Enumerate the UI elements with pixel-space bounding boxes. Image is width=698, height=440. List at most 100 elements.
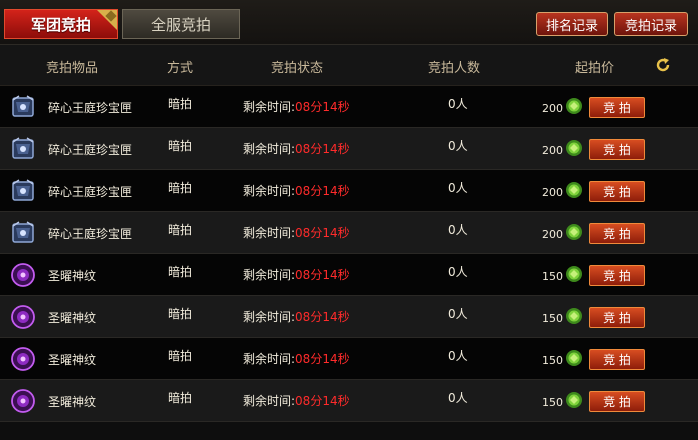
table-row: 圣曜神纹 暗拍 剩余时间:08分14秒 0人 150 竞 拍 [0,338,698,380]
starting-price: 200 [542,144,563,157]
auction-status: 剩余时间:08分14秒 [243,392,350,409]
starting-price: 150 [542,396,563,409]
starting-price: 150 [542,312,563,325]
starting-price: 200 [542,186,563,199]
treasure-box-icon[interactable] [10,136,36,162]
remaining-time-label: 剩余时间: [243,352,296,366]
bidder-count: 0人 [448,391,468,405]
auction-method: 暗拍 [168,223,193,237]
item-name: 圣曜神纹 [48,269,97,283]
table-row: 圣曜神纹 暗拍 剩余时间:08分14秒 0人 150 竞 拍 [0,296,698,338]
corner-badge-icon [97,10,117,30]
remaining-time-value: 08分14秒 [295,184,350,198]
treasure-box-icon[interactable] [10,178,36,204]
currency-coin-icon [566,350,582,366]
auction-status: 剩余时间:08分14秒 [243,224,350,241]
bidder-count: 0人 [448,307,468,321]
item-name: 碎心王庭珍宝匣 [48,227,133,241]
bidder-count: 0人 [448,181,468,195]
item-name: 圣曜神纹 [48,353,97,367]
item-name: 圣曜神纹 [48,311,97,325]
remaining-time-label: 剩余时间: [243,310,296,324]
col-header-item: 竞拍物品 [46,61,99,76]
bid-button[interactable]: 竞 拍 [589,223,645,244]
remaining-time-label: 剩余时间: [243,142,296,156]
col-header-count: 竞拍人数 [428,61,481,76]
bidder-count: 0人 [448,97,468,111]
auction-method: 暗拍 [168,307,193,321]
rune-orb-icon[interactable] [10,262,36,288]
tab-server-auction[interactable]: 全服竞拍 [122,9,240,39]
tab-server-auction-label: 全服竞拍 [150,15,211,34]
remaining-time-value: 08分14秒 [295,100,350,114]
col-header-method: 方式 [167,61,194,76]
remaining-time-value: 08分14秒 [295,352,350,366]
currency-coin-icon [566,266,582,282]
treasure-box-icon[interactable] [10,94,36,120]
rank-record-button[interactable]: 排名记录 [536,12,608,36]
currency-coin-icon [566,98,582,114]
rune-orb-icon[interactable] [10,388,36,414]
tab-bar: 军团竞拍 全服竞拍 排名记录 竞拍记录 [0,0,698,45]
bid-button[interactable]: 竞 拍 [589,97,645,118]
currency-coin-icon [566,140,582,156]
treasure-box-icon[interactable] [10,220,36,246]
rune-orb-icon[interactable] [10,304,36,330]
tab-legion-auction[interactable]: 军团竞拍 [4,9,118,39]
auction-status: 剩余时间:08分14秒 [243,308,350,325]
remaining-time-label: 剩余时间: [243,268,296,282]
remaining-time-value: 08分14秒 [295,310,350,324]
starting-price: 200 [542,102,563,115]
remaining-time-value: 08分14秒 [295,226,350,240]
remaining-time-label: 剩余时间: [243,100,296,114]
bidder-count: 0人 [448,223,468,237]
auction-method: 暗拍 [168,265,193,279]
bidder-count: 0人 [448,139,468,153]
currency-coin-icon [566,392,582,408]
bid-button[interactable]: 竞 拍 [589,307,645,328]
bidder-count: 0人 [448,349,468,363]
table-row: 碎心王庭珍宝匣 暗拍 剩余时间:08分14秒 0人 200 竞 拍 [0,170,698,212]
bid-button[interactable]: 竞 拍 [589,181,645,202]
item-name: 碎心王庭珍宝匣 [48,185,133,199]
currency-coin-icon [566,224,582,240]
remaining-time-value: 08分14秒 [295,142,350,156]
remaining-time-value: 08分14秒 [295,268,350,282]
refresh-icon[interactable] [655,57,671,73]
remaining-time-label: 剩余时间: [243,184,296,198]
item-name: 碎心王庭珍宝匣 [48,101,133,115]
starting-price: 150 [542,354,563,367]
col-header-status: 竞拍状态 [271,61,324,76]
currency-coin-icon [566,308,582,324]
col-header-price: 起拍价 [575,61,615,76]
bid-button[interactable]: 竞 拍 [589,265,645,286]
auction-status: 剩余时间:08分14秒 [243,350,350,367]
bid-record-button[interactable]: 竞拍记录 [614,12,688,36]
auction-status: 剩余时间:08分14秒 [243,98,350,115]
auction-status: 剩余时间:08分14秒 [243,182,350,199]
bid-button[interactable]: 竞 拍 [589,139,645,160]
auction-status: 剩余时间:08分14秒 [243,140,350,157]
item-name: 圣曜神纹 [48,395,97,409]
table-row: 碎心王庭珍宝匣 暗拍 剩余时间:08分14秒 0人 200 竞 拍 [0,212,698,254]
auction-method: 暗拍 [168,349,193,363]
rune-orb-icon[interactable] [10,346,36,372]
table-row: 碎心王庭珍宝匣 暗拍 剩余时间:08分14秒 0人 200 竞 拍 [0,86,698,128]
tab-legion-auction-label: 军团竞拍 [30,15,91,34]
bid-button[interactable]: 竞 拍 [589,391,645,412]
auction-method: 暗拍 [168,391,193,405]
table-header: 竞拍物品 方式 竞拍状态 竞拍人数 起拍价 [0,45,698,86]
item-name: 碎心王庭珍宝匣 [48,143,133,157]
bid-button[interactable]: 竞 拍 [589,349,645,370]
table-row: 碎心王庭珍宝匣 暗拍 剩余时间:08分14秒 0人 200 竞 拍 [0,128,698,170]
starting-price: 200 [542,228,563,241]
remaining-time-label: 剩余时间: [243,394,296,408]
auction-method: 暗拍 [168,139,193,153]
remaining-time-value: 08分14秒 [295,394,350,408]
auction-method: 暗拍 [168,97,193,111]
table-row: 圣曜神纹 暗拍 剩余时间:08分14秒 0人 150 竞 拍 [0,380,698,422]
bidder-count: 0人 [448,265,468,279]
auction-status: 剩余时间:08分14秒 [243,266,350,283]
auction-list: 碎心王庭珍宝匣 暗拍 剩余时间:08分14秒 0人 200 竞 拍 碎心王庭珍宝… [0,86,698,422]
table-row: 圣曜神纹 暗拍 剩余时间:08分14秒 0人 150 竞 拍 [0,254,698,296]
